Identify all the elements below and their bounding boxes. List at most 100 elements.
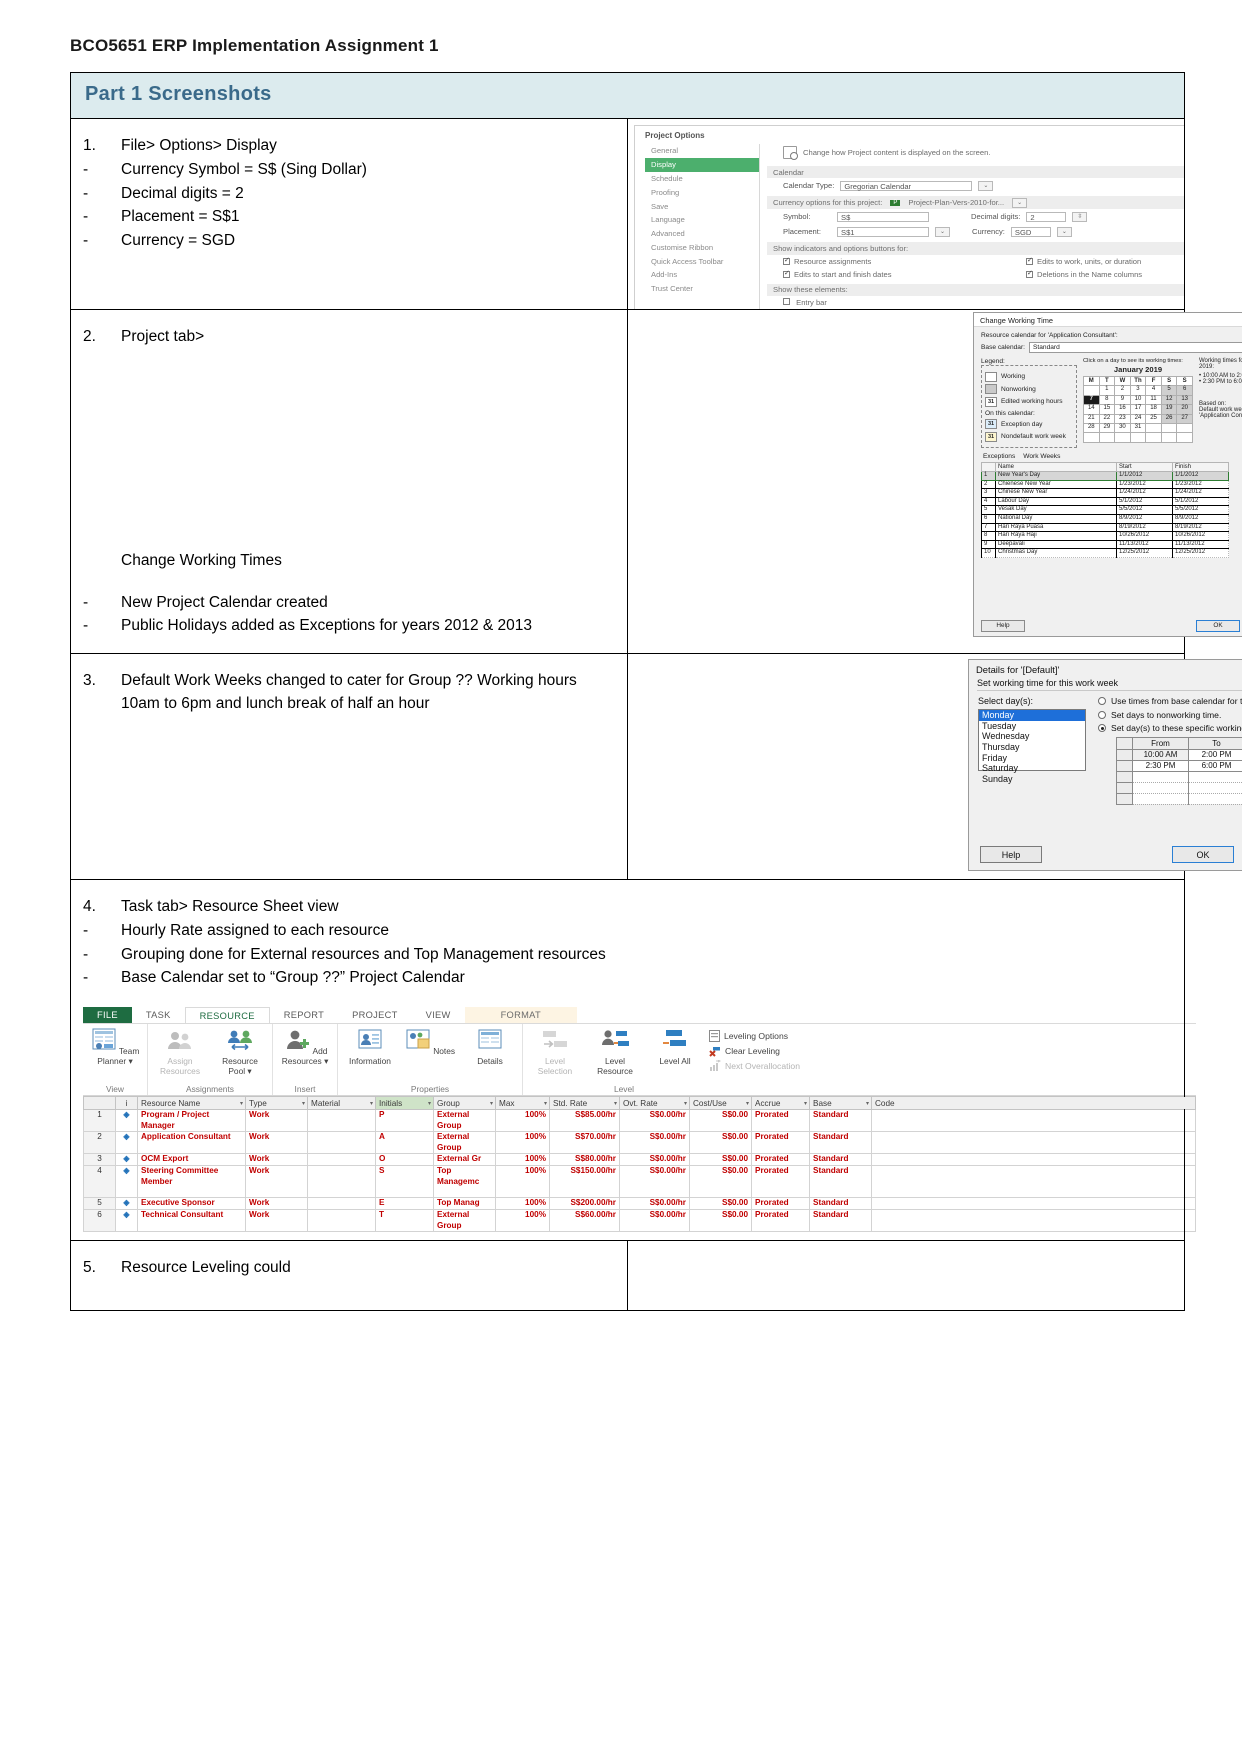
- resource-ovt-rate[interactable]: S$0.00/hr: [619, 1209, 690, 1233]
- resource-accrue[interactable]: Prorated: [751, 1153, 810, 1167]
- tab-project[interactable]: PROJECT: [338, 1007, 412, 1023]
- calendar-day[interactable]: [1160, 432, 1178, 443]
- resource-group[interactable]: External Gr: [433, 1153, 496, 1167]
- resource-group[interactable]: External Group: [433, 1109, 496, 1133]
- time-from[interactable]: [1132, 781, 1189, 794]
- calendar-day[interactable]: [1098, 432, 1116, 443]
- resource-type[interactable]: Work: [245, 1153, 308, 1167]
- symbol-input[interactable]: S$: [837, 211, 929, 222]
- table-row[interactable]: [1116, 770, 1242, 783]
- time-from[interactable]: [1132, 792, 1189, 805]
- day-sunday[interactable]: Sunday: [979, 774, 1085, 785]
- calendar-day[interactable]: 19: [1160, 404, 1178, 415]
- resource-base[interactable]: Standard: [809, 1109, 872, 1133]
- table-row[interactable]: 2:30 PM 6:00 PM: [1116, 759, 1242, 772]
- resource-max[interactable]: 100%: [495, 1109, 550, 1133]
- nav-item-add-ins[interactable]: Add-Ins: [645, 268, 759, 282]
- nav-item-trust-center[interactable]: Trust Center: [645, 282, 759, 296]
- resource-std-rate[interactable]: S$80.00/hr: [549, 1153, 620, 1167]
- calendar-day[interactable]: [1083, 385, 1100, 396]
- resource-ovt-rate[interactable]: S$0.00/hr: [619, 1153, 690, 1167]
- resource-initials[interactable]: T: [375, 1209, 434, 1233]
- exception-start[interactable]: 1/24/2012: [1116, 488, 1173, 498]
- exception-start[interactable]: 5/1/2012: [1116, 496, 1173, 507]
- resource-initials[interactable]: O: [375, 1153, 434, 1167]
- calendar-day[interactable]: 13: [1176, 394, 1193, 406]
- table-row[interactable]: 10 Christmas Day 12/25/2012 12/25/2012: [981, 548, 1229, 558]
- resource-material[interactable]: [307, 1209, 376, 1233]
- resource-max[interactable]: 100%: [495, 1131, 550, 1155]
- resource-type[interactable]: Work: [245, 1165, 308, 1199]
- resource-material[interactable]: [307, 1109, 376, 1133]
- calendar-day[interactable]: 6: [1176, 385, 1193, 396]
- exception-finish[interactable]: 10/26/2012: [1172, 531, 1229, 541]
- resource-accrue[interactable]: Prorated: [751, 1109, 810, 1133]
- resource-base[interactable]: Standard: [809, 1209, 872, 1233]
- radio-set-specific-times[interactable]: Set day(s) to these specific working tim…: [1098, 723, 1242, 733]
- tab-resource[interactable]: RESOURCE: [184, 1007, 270, 1024]
- table-row[interactable]: 1 New Year's Day 1/1/2012 1/1/2012: [981, 471, 1229, 481]
- resource-code[interactable]: [871, 1153, 1196, 1167]
- help-button[interactable]: Help: [980, 845, 1042, 864]
- time-from[interactable]: [1132, 770, 1189, 783]
- resource-initials[interactable]: S: [375, 1165, 434, 1199]
- calendar-day[interactable]: 12: [1160, 394, 1178, 406]
- nav-item-save[interactable]: Save: [645, 199, 759, 213]
- table-row[interactable]: 4 Labour Day 5/1/2012 5/1/2012: [981, 496, 1229, 507]
- resource-accrue[interactable]: Prorated: [751, 1209, 810, 1233]
- calendar-day[interactable]: [1160, 422, 1178, 434]
- nav-item-advanced[interactable]: Advanced: [645, 227, 759, 241]
- calendar-day[interactable]: 25: [1145, 413, 1162, 424]
- calendar-type-value[interactable]: Gregorian Calendar: [840, 180, 973, 191]
- resource-material[interactable]: [307, 1131, 376, 1155]
- calendar-day[interactable]: 30: [1114, 422, 1131, 434]
- calendar-day[interactable]: [1145, 422, 1162, 434]
- time-from[interactable]: 2:30 PM: [1132, 759, 1189, 772]
- calendar-day[interactable]: 21: [1083, 413, 1100, 424]
- resource-cost-use[interactable]: S$0.00: [689, 1131, 752, 1155]
- calendar-day[interactable]: 29: [1098, 422, 1116, 434]
- calendar-day[interactable]: 23: [1114, 413, 1131, 424]
- information-button[interactable]: Information: [344, 1028, 396, 1066]
- resource-max[interactable]: 100%: [495, 1209, 550, 1233]
- exception-name[interactable]: Vesak Day: [995, 505, 1117, 515]
- resource-material[interactable]: [307, 1165, 376, 1199]
- table-row[interactable]: 3 ◈ OCM Export Work O External Gr 100% S…: [83, 1153, 1196, 1167]
- chevron-down-icon[interactable]: ⌄: [935, 226, 950, 237]
- resource-std-rate[interactable]: S$200.00/hr: [549, 1197, 620, 1211]
- assign-resources-button[interactable]: Assign Resources: [154, 1028, 206, 1076]
- time-to[interactable]: [1188, 792, 1242, 805]
- calendar-day[interactable]: 27: [1176, 413, 1193, 424]
- resource-type[interactable]: Work: [245, 1109, 308, 1133]
- resource-cost-use[interactable]: S$0.00: [689, 1197, 752, 1211]
- resource-ovt-rate[interactable]: S$0.00/hr: [619, 1109, 690, 1133]
- checkbox-edits-work[interactable]: Edits to work, units, or duration: [1026, 256, 1184, 266]
- day-thursday[interactable]: Thursday: [979, 742, 1085, 753]
- table-row[interactable]: 6 National Day 8/9/2012 8/9/2012: [981, 513, 1229, 524]
- resource-name[interactable]: Application Consultant: [137, 1131, 246, 1155]
- resource-name[interactable]: Technical Consultant: [137, 1209, 246, 1233]
- nav-item-display[interactable]: Display: [645, 157, 759, 172]
- options-nav-list[interactable]: General Display Schedule Proofing Save L…: [645, 144, 760, 309]
- exception-finish[interactable]: 8/9/2012: [1172, 513, 1229, 524]
- exception-start[interactable]: 1/23/2012: [1116, 479, 1173, 490]
- exception-finish[interactable]: 8/19/2012: [1172, 522, 1229, 533]
- tab-view[interactable]: VIEW: [412, 1007, 465, 1023]
- details-button[interactable]: Details: [464, 1028, 516, 1066]
- table-row[interactable]: 9 Deepavali 11/13/2012 11/13/2012: [981, 539, 1229, 550]
- resource-code[interactable]: [871, 1209, 1196, 1233]
- days-listbox[interactable]: Monday Tuesday Wednesday Thursday Friday…: [978, 709, 1086, 784]
- clear-leveling-item[interactable]: Clear Leveling: [709, 1045, 800, 1057]
- calendar-day-selected[interactable]: 7: [1083, 394, 1100, 406]
- table-row[interactable]: 6 ◈ Technical Consultant Work T External…: [83, 1209, 1196, 1233]
- exception-name[interactable]: Chienese New Year: [995, 479, 1117, 490]
- placement-value[interactable]: S$1: [837, 226, 929, 237]
- day-friday[interactable]: Friday: [979, 753, 1085, 764]
- table-row[interactable]: 10:00 AM 2:00 PM: [1116, 748, 1242, 761]
- exception-finish[interactable]: 5/5/2012: [1172, 505, 1229, 515]
- checkbox-deletions-name[interactable]: Deletions in the Name columns: [1026, 269, 1184, 279]
- calendar-day[interactable]: 28: [1083, 422, 1100, 434]
- time-to[interactable]: [1188, 781, 1242, 794]
- exception-start[interactable]: 12/25/2012: [1116, 548, 1173, 558]
- resource-max[interactable]: 100%: [495, 1153, 550, 1167]
